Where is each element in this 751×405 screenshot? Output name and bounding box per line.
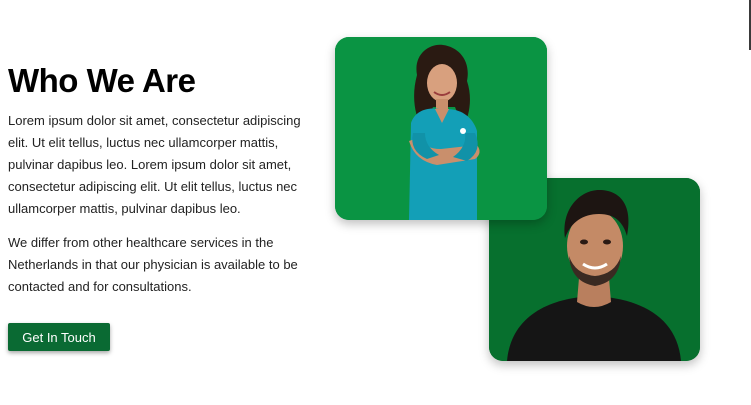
who-we-are-content: Who We Are Lorem ipsum dolor sit amet, c… [8, 58, 308, 298]
doctor-photo-card [335, 37, 547, 220]
section-title: Who We Are [8, 62, 196, 99]
differentiator-paragraph: We differ from other healthcare services… [8, 235, 298, 294]
intro-paragraph: Lorem ipsum dolor sit amet, consectetur … [8, 113, 301, 216]
female-doctor-photo [335, 37, 547, 220]
get-in-touch-button[interactable]: Get In Touch [8, 323, 110, 351]
